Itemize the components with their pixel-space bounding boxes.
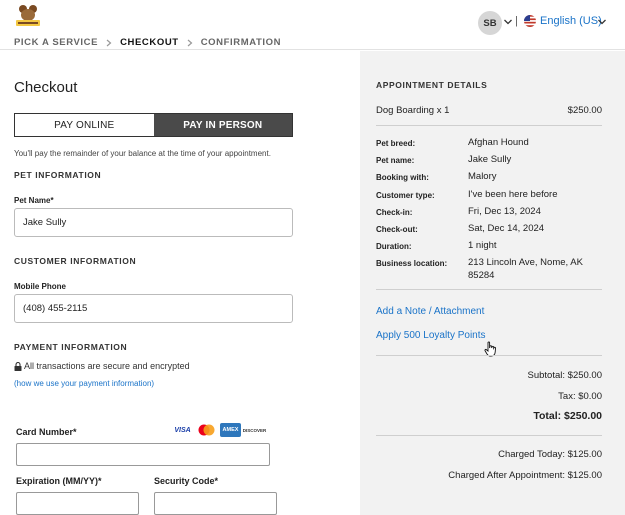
breadcrumb-pick-service[interactable]: PICK A SERVICE bbox=[14, 37, 98, 48]
visa-icon: VISA bbox=[174, 426, 191, 434]
language-selector[interactable]: English (US) bbox=[540, 15, 602, 27]
charged-today: Charged Today: $125.00 bbox=[498, 449, 602, 460]
payment-method-toggle: PAY ONLINE PAY IN PERSON bbox=[14, 113, 293, 137]
detail-label: Booking with: bbox=[376, 173, 429, 182]
security-code-input[interactable] bbox=[154, 492, 277, 515]
add-note-link[interactable]: Add a Note / Attachment bbox=[376, 306, 484, 317]
amex-icon: AMEX bbox=[220, 423, 241, 437]
pet-info-heading: PET INFORMATION bbox=[14, 170, 102, 180]
breadcrumb-confirmation: CONFIRMATION bbox=[200, 37, 282, 48]
detail-label: Check-out: bbox=[376, 225, 418, 234]
card-number-input[interactable] bbox=[16, 443, 270, 466]
detail-value: Fri, Dec 13, 2024 bbox=[468, 206, 541, 217]
card-brands: VISA AMEX DISCOVER bbox=[172, 423, 267, 437]
customer-info-heading: CUSTOMER INFORMATION bbox=[14, 256, 137, 266]
pay-online-button[interactable]: PAY ONLINE bbox=[15, 114, 154, 136]
pet-name-label: Pet Name* bbox=[14, 196, 54, 205]
subtotal: Subtotal: $250.00 bbox=[527, 370, 602, 381]
detail-value: Afghan Hound bbox=[468, 137, 529, 148]
detail-label: Pet breed: bbox=[376, 139, 416, 148]
secure-text: All transactions are secure and encrypte… bbox=[24, 361, 190, 371]
mastercard-icon bbox=[198, 424, 215, 436]
detail-label: Duration: bbox=[376, 242, 412, 251]
chevron-down-icon[interactable] bbox=[597, 17, 607, 27]
lock-icon bbox=[14, 361, 22, 371]
breadcrumb: PICK A SERVICE CHECKOUT CONFIRMATION bbox=[14, 37, 281, 48]
detail-label: Customer type: bbox=[376, 191, 435, 200]
chevron-right-icon bbox=[187, 39, 193, 46]
divider bbox=[376, 355, 602, 356]
expiration-input[interactable] bbox=[16, 492, 139, 515]
divider bbox=[376, 289, 602, 290]
charged-after-appointment: Charged After Appointment: $125.00 bbox=[448, 470, 602, 481]
detail-label: Pet name: bbox=[376, 156, 415, 165]
detail-value: Sat, Dec 14, 2024 bbox=[468, 223, 545, 234]
page-title: Checkout bbox=[14, 79, 78, 96]
detail-value: Jake Sully bbox=[468, 154, 512, 165]
pay-in-person-button[interactable]: PAY IN PERSON bbox=[153, 114, 292, 136]
breadcrumb-checkout: CHECKOUT bbox=[120, 37, 179, 48]
divider bbox=[376, 435, 602, 436]
tax: Tax: $0.00 bbox=[558, 391, 602, 402]
card-number-label: Card Number* bbox=[16, 427, 77, 437]
detail-label: Business location: bbox=[376, 259, 448, 268]
detail-value: 213 Lincoln Ave, Nome, AK 85284 bbox=[468, 257, 583, 281]
divider bbox=[376, 125, 602, 126]
top-header: PICK A SERVICE CHECKOUT CONFIRMATION SB … bbox=[0, 0, 625, 50]
service-item-price: $250.00 bbox=[567, 105, 602, 116]
expiration-label: Expiration (MM/YY)* bbox=[16, 476, 102, 486]
detail-value: I've been here before bbox=[468, 189, 558, 200]
payment-note: You'll pay the remainder of your balance… bbox=[14, 149, 271, 158]
apply-loyalty-link[interactable]: Apply 500 Loyalty Points bbox=[376, 330, 486, 341]
discover-icon: DISCOVER bbox=[242, 427, 267, 433]
total: Total: $250.00 bbox=[533, 410, 602, 422]
pet-name-field[interactable]: Jake Sully bbox=[14, 208, 293, 237]
us-flag-icon bbox=[524, 15, 536, 27]
logo-icon[interactable] bbox=[14, 3, 42, 27]
appointment-heading: APPOINTMENT DETAILS bbox=[376, 80, 488, 90]
chevron-down-icon[interactable] bbox=[503, 17, 513, 27]
chevron-right-icon bbox=[106, 39, 112, 46]
secure-notice: All transactions are secure and encrypte… bbox=[14, 361, 190, 371]
mobile-phone-field[interactable]: (408) 455-2115 bbox=[14, 294, 293, 323]
payment-info-link[interactable]: (how we use your payment information) bbox=[14, 379, 154, 388]
detail-value: Malory bbox=[468, 171, 497, 182]
detail-value: 1 night bbox=[468, 240, 497, 251]
avatar[interactable]: SB bbox=[478, 11, 502, 35]
mobile-phone-label: Mobile Phone bbox=[14, 282, 66, 291]
service-item: Dog Boarding x 1 bbox=[376, 105, 450, 116]
payment-info-heading: PAYMENT INFORMATION bbox=[14, 342, 128, 352]
detail-label: Check-in: bbox=[376, 208, 413, 217]
security-code-label: Security Code* bbox=[154, 476, 219, 486]
header-separator: | bbox=[515, 15, 518, 27]
appointment-details-panel: APPOINTMENT DETAILS Dog Boarding x 1 $25… bbox=[360, 51, 625, 515]
